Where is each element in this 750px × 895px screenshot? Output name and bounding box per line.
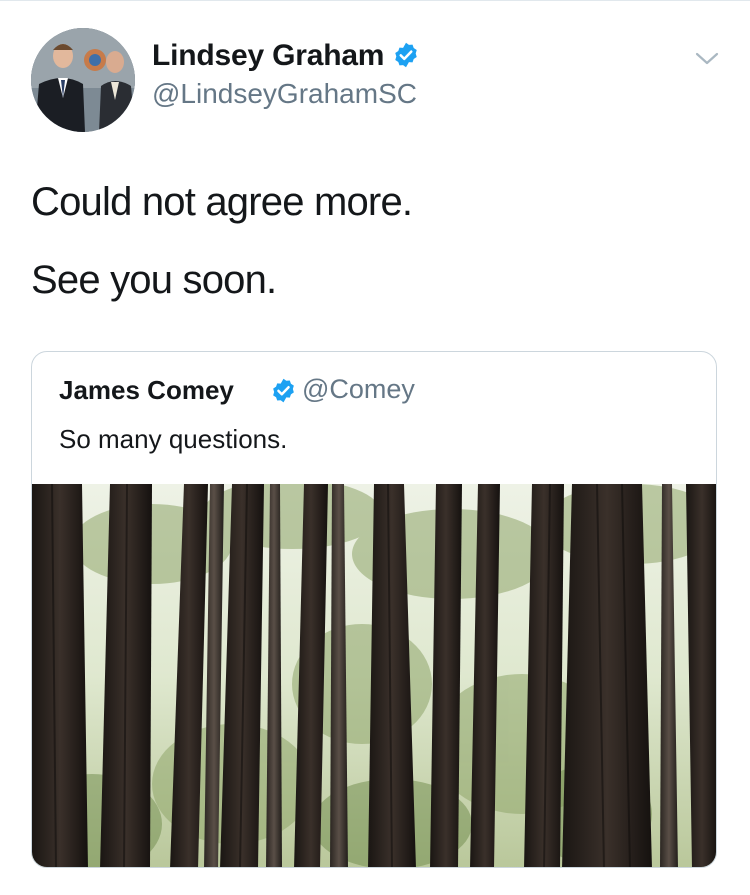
tweet-text-line: Could not agree more. xyxy=(31,180,413,224)
quoted-tweet-photo[interactable] xyxy=(32,484,716,867)
chevron-down-icon[interactable] xyxy=(692,48,722,68)
quoted-tweet-text: So many questions. xyxy=(59,424,288,454)
tweet-text-line: See you soon. xyxy=(31,258,277,302)
author-name[interactable]: Lindsey Graham xyxy=(152,39,420,73)
verified-badge-icon xyxy=(395,42,418,68)
quoted-author-name[interactable]: James Comey xyxy=(59,375,234,406)
author-name-text: Lindsey Graham xyxy=(152,39,385,72)
author-avatar[interactable] xyxy=(31,28,135,132)
quoted-tweet-card[interactable]: James Comey @Comey So many questions. xyxy=(31,351,717,868)
verified-badge-icon xyxy=(273,378,294,403)
avatar-photo-icon xyxy=(31,28,135,132)
redwood-forest-photo-icon xyxy=(32,484,716,867)
quoted-author-handle[interactable]: @Comey xyxy=(302,374,415,405)
author-handle[interactable]: @LindseyGrahamSC xyxy=(152,78,417,110)
top-divider xyxy=(0,0,750,1)
